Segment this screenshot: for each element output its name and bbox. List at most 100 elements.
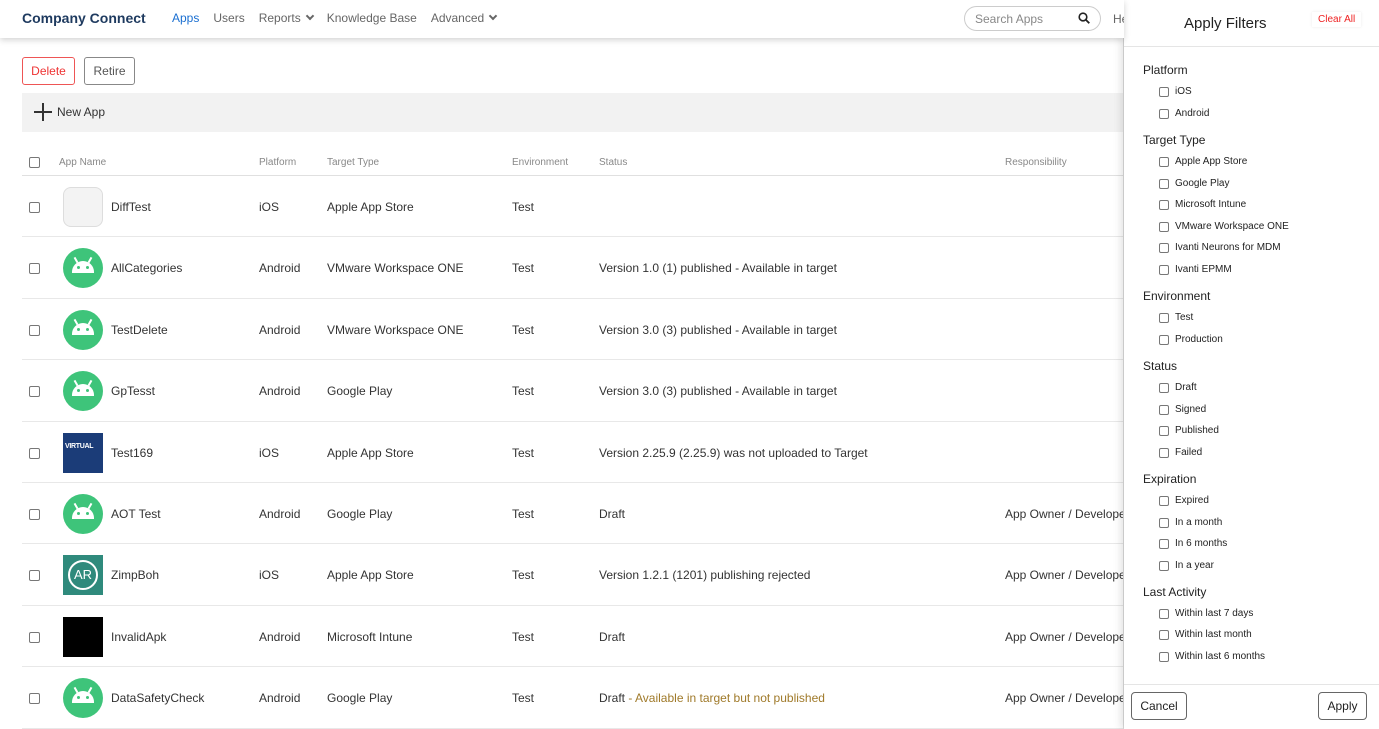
checkbox[interactable] — [1159, 199, 1169, 210]
status-cell: Version 3.0 (3) published - Available in… — [599, 384, 837, 399]
status-cell: Version 1.2.1 (1201) publishing rejected — [599, 568, 811, 583]
table-row[interactable]: AllCategories Android VMware Workspace O… — [22, 237, 1124, 299]
checkbox[interactable] — [1159, 312, 1169, 323]
filter-option[interactable]: In 6 months — [1159, 538, 1227, 549]
checkbox[interactable] — [1159, 517, 1169, 528]
filter-option[interactable]: In a year — [1159, 560, 1214, 571]
apply-button[interactable]: Apply — [1318, 692, 1367, 720]
table-row[interactable]: VIRTUAL Test169 iOS Apple App Store Test… — [22, 422, 1124, 483]
nav-reports[interactable]: Reports — [259, 11, 314, 25]
filter-option[interactable]: Within last 6 months — [1159, 651, 1265, 662]
checkbox[interactable] — [1159, 86, 1169, 97]
filter-option[interactable]: Ivanti EPMM — [1159, 264, 1232, 275]
checkbox[interactable] — [1159, 178, 1169, 189]
checkbox[interactable] — [1159, 221, 1169, 232]
col-status[interactable]: Status — [599, 157, 627, 168]
cancel-button[interactable]: Cancel — [1131, 692, 1187, 720]
checkbox[interactable] — [1159, 156, 1169, 167]
filter-option[interactable]: Apple App Store — [1159, 156, 1247, 167]
app-name[interactable]: AOT Test — [111, 507, 161, 521]
filter-option[interactable]: In a month — [1159, 517, 1222, 528]
search-input[interactable] — [975, 12, 1075, 26]
filter-option[interactable]: Ivanti Neurons for MDM — [1159, 242, 1281, 253]
checkbox[interactable] — [1159, 608, 1169, 619]
col-environment[interactable]: Environment — [512, 157, 568, 168]
app-name[interactable]: ZimpBoh — [111, 568, 159, 582]
filter-option[interactable]: Expired — [1159, 495, 1209, 506]
checkbox[interactable] — [1159, 629, 1169, 640]
app-name[interactable]: GpTesst — [111, 384, 155, 398]
app-name[interactable]: InvalidApk — [111, 630, 166, 644]
row-checkbox[interactable] — [29, 447, 40, 459]
filter-option[interactable]: Draft — [1159, 382, 1197, 393]
app-name[interactable]: TestDelete — [111, 323, 168, 337]
row-checkbox[interactable] — [29, 693, 40, 705]
search-icon[interactable] — [1078, 12, 1090, 24]
filter-option[interactable]: Signed — [1159, 404, 1206, 415]
filter-option[interactable]: Within last 7 days — [1159, 608, 1253, 619]
filter-panel: Apply Filters Clear All Platform iOS And… — [1124, 0, 1379, 729]
col-platform[interactable]: Platform — [259, 157, 296, 168]
brand-logo[interactable]: Company Connect — [22, 10, 146, 26]
plus-icon — [34, 103, 52, 121]
table-row[interactable]: TestDelete Android VMware Workspace ONE … — [22, 299, 1124, 361]
table-row[interactable]: AR ZimpBoh iOS Apple App Store Test Vers… — [22, 544, 1130, 606]
checkbox[interactable] — [1159, 242, 1169, 253]
col-responsibility[interactable]: Responsibility — [1005, 157, 1067, 168]
checkbox[interactable] — [1159, 538, 1169, 549]
help-link[interactable]: He — [1113, 12, 1124, 26]
table-row[interactable]: InvalidApk Android Microsoft Intune Test… — [22, 606, 1130, 668]
filter-option[interactable]: Failed — [1159, 447, 1202, 458]
nav-users[interactable]: Users — [213, 11, 244, 25]
filter-option[interactable]: Google Play — [1159, 178, 1229, 189]
environment-cell: Test — [512, 200, 535, 214]
filter-option[interactable]: Within last month — [1159, 629, 1252, 640]
app-name[interactable]: DataSafetyCheck — [111, 691, 204, 705]
checkbox[interactable] — [1159, 495, 1169, 506]
col-target-type[interactable]: Target Type — [327, 157, 379, 168]
row-checkbox[interactable] — [29, 324, 40, 336]
row-checkbox[interactable] — [29, 386, 40, 398]
checkbox[interactable] — [1159, 404, 1169, 415]
table-row[interactable]: GpTesst Android Google Play Test Version… — [22, 360, 1124, 422]
checkbox[interactable] — [1159, 425, 1169, 436]
select-all-checkbox[interactable] — [29, 157, 40, 168]
checkbox[interactable] — [1159, 264, 1169, 275]
delete-button[interactable]: Delete — [22, 57, 75, 85]
filter-option[interactable]: Published — [1159, 425, 1219, 436]
checkbox[interactable] — [1159, 651, 1169, 662]
option-label: iOS — [1175, 86, 1192, 97]
filter-option[interactable]: Test — [1159, 312, 1193, 323]
retire-button[interactable]: Retire — [84, 57, 135, 85]
nav-knowledge-base[interactable]: Knowledge Base — [327, 11, 417, 25]
status-cell: Version 2.25.9 (2.25.9) was not uploaded… — [599, 445, 868, 460]
platform-cell: Android — [259, 322, 301, 337]
new-app-bar[interactable]: New App — [22, 93, 1124, 132]
app-name[interactable]: Test169 — [111, 446, 153, 460]
row-checkbox[interactable] — [29, 631, 40, 643]
filter-option[interactable]: Android — [1159, 108, 1209, 119]
app-name[interactable]: DiffTest — [111, 200, 151, 214]
checkbox[interactable] — [1159, 382, 1169, 393]
filter-option[interactable]: Production — [1159, 334, 1223, 345]
clear-all-button[interactable]: Clear All — [1312, 12, 1362, 27]
row-checkbox[interactable] — [29, 508, 40, 520]
row-checkbox[interactable] — [29, 570, 40, 582]
checkbox[interactable] — [1159, 560, 1169, 571]
checkbox[interactable] — [1159, 447, 1169, 458]
filter-option[interactable]: Microsoft Intune — [1159, 199, 1246, 210]
target-cell: Google Play — [327, 691, 393, 706]
checkbox[interactable] — [1159, 108, 1169, 119]
nav-apps[interactable]: Apps — [172, 11, 199, 25]
table-row[interactable]: AOT Test Android Google Play Test Draft … — [22, 483, 1130, 545]
row-checkbox[interactable] — [29, 263, 40, 275]
table-row[interactable]: DataSafetyCheck Android Google Play Test… — [22, 667, 1130, 729]
row-checkbox[interactable] — [29, 202, 40, 213]
checkbox[interactable] — [1159, 334, 1169, 345]
app-name[interactable]: AllCategories — [111, 261, 182, 275]
nav-advanced[interactable]: Advanced — [431, 11, 498, 25]
col-app-name[interactable]: App Name — [59, 157, 106, 168]
filter-option[interactable]: VMware Workspace ONE — [1159, 221, 1289, 232]
filter-option[interactable]: iOS — [1159, 86, 1192, 97]
table-row[interactable]: DiffTest iOS Apple App Store Test — [22, 176, 1124, 238]
